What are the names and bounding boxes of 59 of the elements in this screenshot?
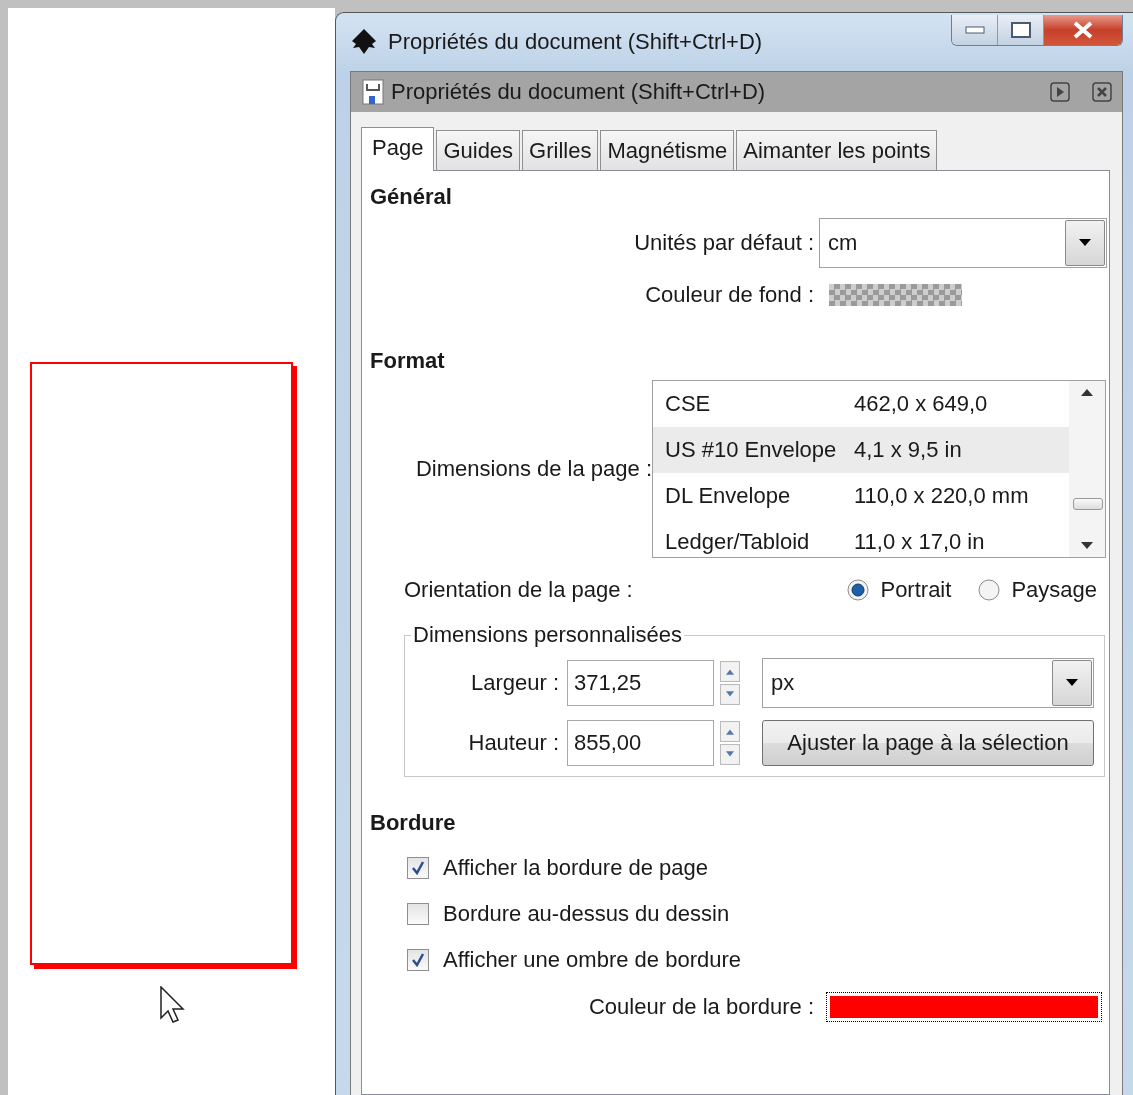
spin-buttons[interactable] [720, 721, 740, 765]
checkbox-label[interactable]: Bordure au-dessus du dessin [443, 901, 730, 927]
close-icon[interactable] [1092, 82, 1112, 102]
section-heading: Bordure [370, 809, 457, 837]
document-properties-icon [361, 78, 385, 106]
tab[interactable]: Grilles [522, 130, 599, 170]
close-icon [1073, 21, 1093, 39]
section-heading: Général [370, 183, 453, 211]
width-input[interactable]: 371,25 [567, 660, 714, 706]
checkbox[interactable] [407, 949, 429, 971]
page-size-item[interactable]: DL Envelope 110,0 x 220,0 mm [653, 473, 1069, 519]
page-size-list[interactable]: CSE 462,0 x 649,0 US #10 Envelope 4,1 x 9,5 in DL Envelope 110,0 x 220,0 mm Ledger/Tabloid 11,0 x 17,0 in [652, 380, 1106, 558]
scroll-down-icon[interactable] [1081, 542, 1093, 549]
field-label: Dimensions de la page : [414, 456, 652, 482]
close-button[interactable] [1044, 15, 1122, 45]
field-label: Couleur de fond : [644, 282, 814, 308]
maximize-button[interactable] [998, 15, 1044, 45]
border-color-swatch[interactable] [826, 992, 1102, 1022]
units-dropdown[interactable]: cm [819, 218, 1107, 268]
field-label: Largeur : [469, 670, 559, 696]
orientation-radio[interactable]: Portrait [846, 577, 952, 603]
field-label: Couleur de la bordure : [587, 994, 814, 1020]
maximize-icon [1010, 22, 1031, 38]
tab[interactable]: Page [361, 127, 435, 171]
unit-dropdown[interactable]: px [762, 658, 1094, 708]
field-label: Orientation de la page : [404, 577, 634, 603]
radio-icon[interactable] [846, 578, 871, 602]
page-size-item[interactable]: US #10 Envelope 4,1 x 9,5 in [653, 427, 1069, 473]
panel-title: Propriétés du document (Shift+Ctrl+D) [391, 79, 767, 105]
field-label: Hauteur : [467, 730, 559, 756]
background-color-swatch[interactable] [829, 284, 962, 306]
checkbox[interactable] [407, 903, 429, 925]
orientation-radio[interactable]: Paysage [977, 577, 1097, 603]
section-heading: Format [370, 347, 446, 375]
group-title: Dimensions personnalisées [412, 622, 684, 648]
check-icon [411, 953, 425, 967]
fit-page-button[interactable]: Ajuster la page à la sélection [762, 720, 1094, 766]
tab[interactable]: Aimanter les points [736, 130, 938, 170]
checkbox[interactable] [407, 857, 429, 879]
checkbox-label[interactable]: Afficher une ombre de bordure [443, 947, 741, 973]
scroll-up-icon[interactable] [1081, 389, 1093, 396]
dropdown-arrow-icon [1066, 679, 1078, 687]
app-logo-icon [350, 28, 378, 56]
radio-icon[interactable] [977, 578, 1002, 602]
window-title: Propriétés du document (Shift+Ctrl+D) [388, 29, 764, 55]
field-label: Unités par défaut : [633, 230, 814, 256]
checkbox-label[interactable]: Afficher la bordure de page [443, 855, 708, 881]
mouse-pointer-icon [160, 986, 186, 1024]
height-input[interactable]: 855,00 [567, 720, 714, 766]
tab[interactable]: Guides [436, 130, 521, 170]
page-size-item[interactable]: CSE 462,0 x 649,0 [653, 381, 1069, 427]
minimize-icon [964, 26, 985, 34]
scrollbar-thumb[interactable] [1073, 498, 1103, 510]
spin-buttons[interactable] [720, 661, 740, 705]
tab[interactable]: Magnétisme [600, 130, 735, 170]
dropdown-arrow-icon [1079, 239, 1091, 247]
play-icon[interactable] [1050, 82, 1070, 102]
check-icon [411, 861, 425, 875]
page-size-item[interactable]: Ledger/Tabloid 11,0 x 17,0 in [653, 519, 1069, 557]
